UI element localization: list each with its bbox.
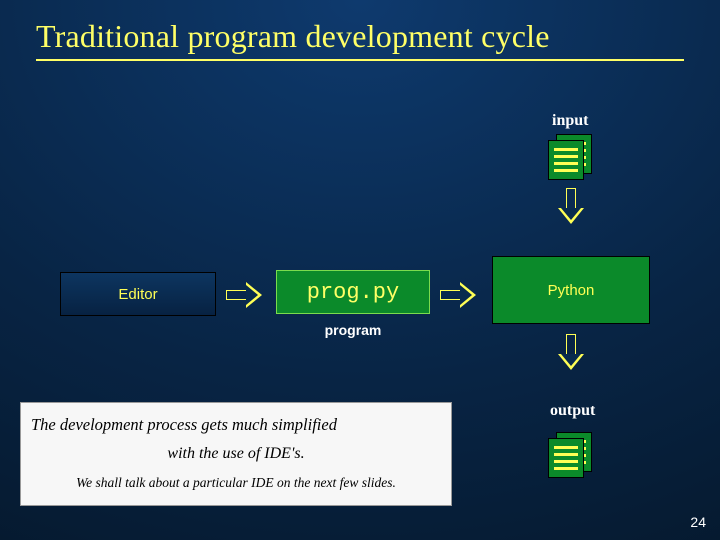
arrow-right-icon xyxy=(440,282,480,308)
editor-box: Editor xyxy=(60,272,216,316)
editor-box-label: Editor xyxy=(61,278,215,311)
slide-number: 24 xyxy=(690,514,706,530)
output-label: output xyxy=(550,402,595,420)
program-file-label: prog.py xyxy=(277,280,429,305)
arrow-down-icon xyxy=(558,334,584,372)
callout-line-2: with the use of IDE's. xyxy=(31,445,441,463)
output-document-stack-icon xyxy=(548,432,594,478)
slide-title: Traditional program development cycle xyxy=(36,18,684,61)
callout-line-3: We shall talk about a particular IDE on … xyxy=(31,475,441,491)
arrow-down-icon xyxy=(558,188,584,226)
python-box-label: Python xyxy=(493,274,649,307)
python-box: Python xyxy=(492,256,650,324)
ide-callout: The development process gets much simpli… xyxy=(20,402,452,506)
program-file-box: prog.py xyxy=(276,270,430,314)
callout-line-1: The development process gets much simpli… xyxy=(31,415,441,435)
arrow-right-icon xyxy=(226,282,266,308)
input-document-stack-icon xyxy=(548,134,594,180)
program-caption: program xyxy=(276,322,430,338)
input-label: input xyxy=(552,112,588,130)
